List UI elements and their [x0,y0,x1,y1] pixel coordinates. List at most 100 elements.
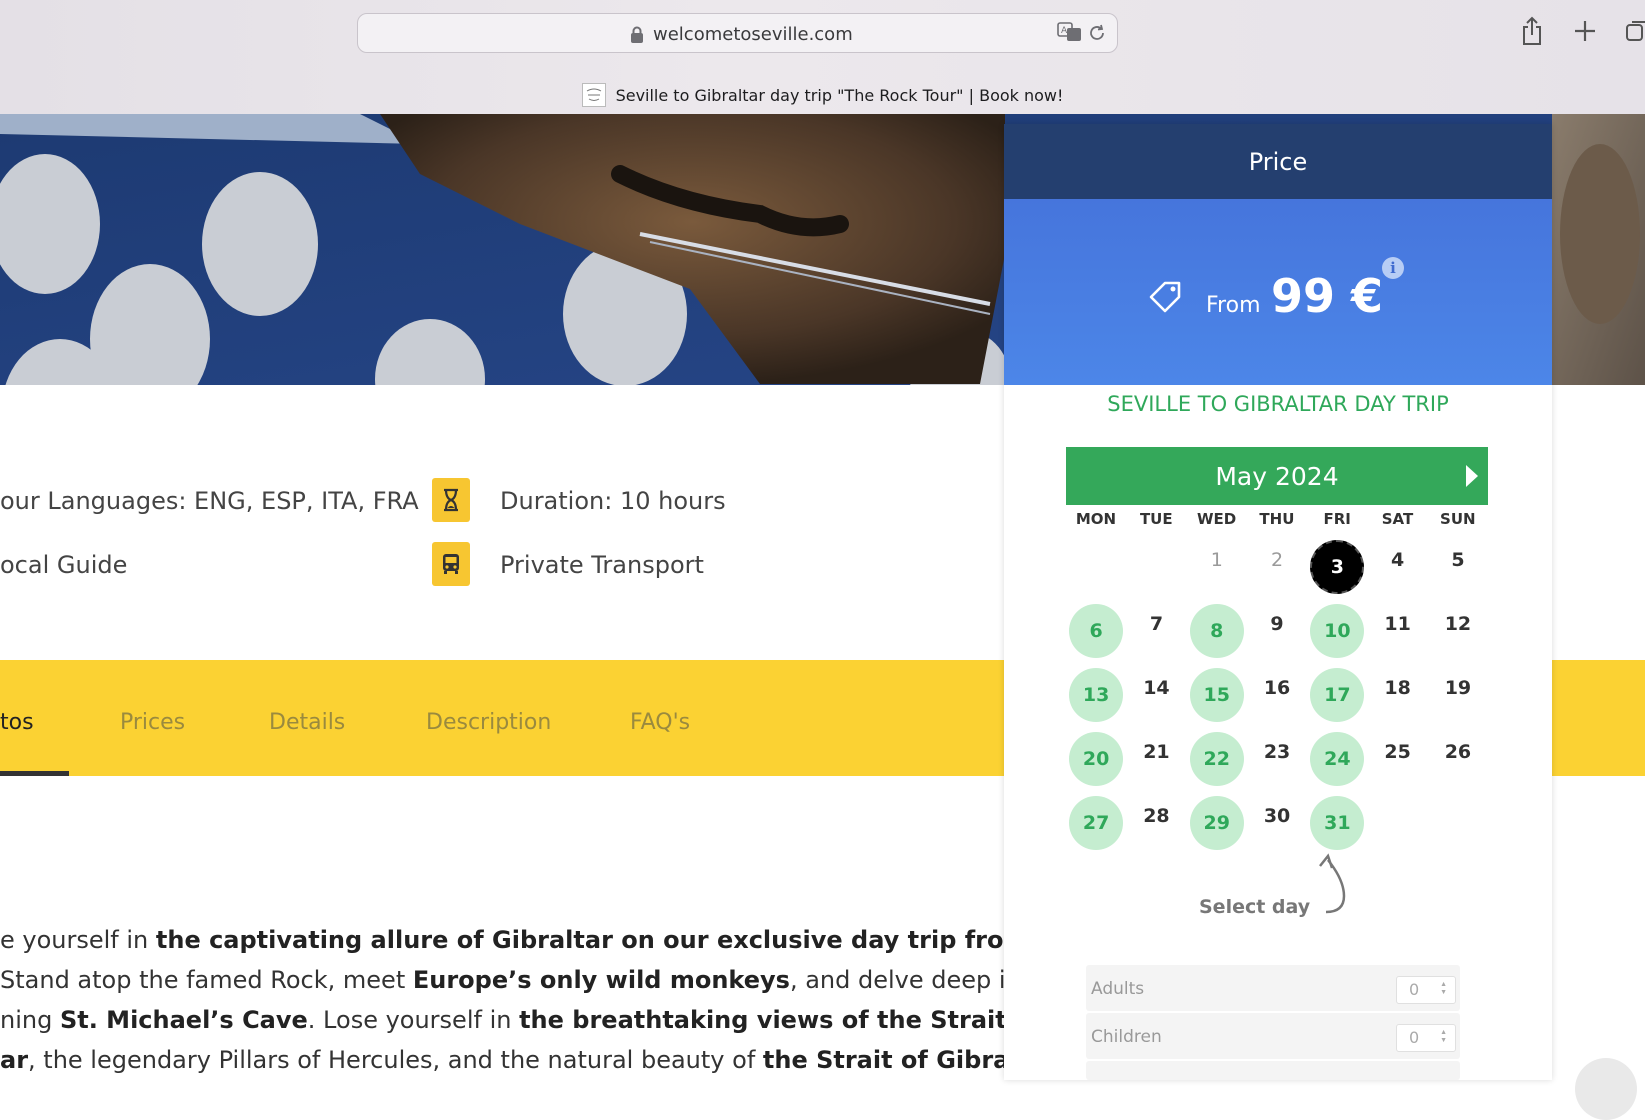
tab-faqs[interactable]: FAQ's [630,710,690,735]
calendar-day[interactable]: 6 [1069,604,1124,658]
calendar-day: 25 [1384,741,1411,763]
description-text: Stand atop the famed Rock, meet [0,966,413,994]
tab-details[interactable]: Details [269,710,345,735]
calendar-day: 19 [1444,677,1472,699]
calendar-day[interactable]: 29 [1189,796,1244,850]
calendar-day: 2 [1271,549,1284,571]
tab-photos[interactable]: tos [0,710,34,735]
price-tag-icon [1149,281,1181,313]
calendar-day[interactable]: 27 [1069,796,1124,850]
description-line: e yourself in the captivating allure of … [0,920,1029,960]
adults-label: Adults [1091,979,1145,999]
calendar-day[interactable]: 10 [1310,604,1365,658]
active-tab-indicator [0,771,69,776]
browser-toolbar: welcometoseville.com A Seville to Gibral… [0,0,1645,115]
children-label: Children [1091,1027,1162,1047]
feature-languages: our Languages: ENG, ESP, ITA, FRA [0,487,419,515]
calendar-day[interactable]: 24 [1310,732,1365,786]
stepper-arrows-icon[interactable]: ▲ ▼ [1440,1029,1447,1045]
price-from-label: From [1206,293,1261,318]
weekday-label: SAT [1381,510,1414,528]
calendar-day[interactable]: 22 [1189,732,1244,786]
children-value: 0 [1409,1028,1420,1047]
description-highlight: Europe’s only wild monkeys [412,966,790,994]
widget-header: Price [1004,124,1552,199]
calendar-day: 26 [1444,741,1472,763]
calendar-day: 21 [1143,741,1170,763]
next-field-partial [1086,1061,1460,1080]
description-highlight: the captivating allure of Gibraltar on o… [155,926,1029,954]
calendar-month-header: May 2024 [1066,447,1488,505]
stepper-arrows-icon[interactable]: ▲ ▼ [1440,981,1447,997]
calendar-day[interactable]: 13 [1069,668,1124,722]
section-tabs-continued [1551,660,1645,776]
calendar-day[interactable]: 8 [1189,604,1244,658]
calendar-month-label: May 2024 [1215,461,1339,491]
reload-icon[interactable] [1087,23,1107,43]
weekday-label: THU [1259,510,1295,528]
calendar-day: 4 [1391,549,1405,571]
site-favicon [581,83,606,107]
select-day-hint: Select day [1199,896,1311,918]
calendar-day: 30 [1263,805,1291,827]
calendar-day: 11 [1384,613,1411,635]
feature-guide: ocal Guide [0,551,128,579]
tab-overview-icon[interactable] [1620,14,1645,48]
calendar-day: 9 [1270,613,1284,635]
calendar-day[interactable]: 17 [1310,668,1365,722]
description-line: ning St. Michael’s Cave. Lose yourself i… [0,1000,1042,1040]
calendar-day: 28 [1143,805,1170,827]
active-tab[interactable]: Seville to Gibraltar day trip "The Rock … [0,78,1645,112]
url-text: welcometoseville.com [653,24,853,45]
chat-bubble-icon[interactable] [1575,1058,1637,1120]
children-field: Children 0 ▲ ▼ [1086,1013,1460,1059]
adults-value: 0 [1409,980,1420,999]
new-tab-icon[interactable] [1568,14,1602,48]
address-bar[interactable]: welcometoseville.com A [357,13,1118,53]
description-line: Stand atop the famed Rock, meet Europe’s… [0,960,1045,1000]
calendar-day: 14 [1143,677,1170,699]
hourglass-icon [432,478,470,522]
feature-duration: Duration: 10 hours [500,487,726,515]
weekday-label: FRI [1323,510,1351,528]
bus-icon [432,542,470,586]
description-text: . Lose yourself in [307,1006,520,1034]
calendar-day[interactable]: 20 [1069,732,1124,786]
next-month-icon[interactable] [1466,465,1478,487]
curved-arrow-icon [1319,853,1346,914]
tab-title: Seville to Gibraltar day trip "The Rock … [615,85,1064,105]
calendar-day: 1 [1210,549,1223,571]
tab-description[interactable]: Description [426,710,551,735]
tour-description: e yourself in the captivating allure of … [0,920,1057,1080]
calendar-day: 3 [1310,540,1365,594]
feature-transport: Private Transport [500,551,704,579]
children-stepper[interactable]: 0 ▲ ▼ [1396,1024,1456,1052]
price-panel: From 99 € i [1004,199,1552,385]
calendar-day: 18 [1384,677,1411,699]
description-text: ning [0,1006,60,1034]
description-text: , the legendary Pillars of Hercules, and… [28,1046,763,1074]
calendar-day: 23 [1263,741,1291,763]
share-icon[interactable] [1515,14,1549,48]
calendar-day: 7 [1149,613,1164,635]
booking-widget: Price From 99 € i SEVILLE TO GIBRALTAR D… [1004,124,1552,1080]
section-tabs: tos Prices Details Description FAQ's [0,660,1005,776]
tab-prices[interactable]: Prices [120,710,185,735]
calendar-day[interactable]: 31 [1310,796,1365,850]
weekday-label: MON [1075,510,1117,528]
description-highlight: ar [0,1046,29,1074]
weekday-label: WED [1196,510,1237,528]
tour-name: SEVILLE TO GIBRALTAR DAY TRIP [1107,392,1449,416]
calendar-day: 12 [1444,613,1472,635]
adults-stepper[interactable]: 0 ▲ ▼ [1396,976,1456,1004]
description-line: ar, the legendary Pillars of Hercules, a… [0,1040,1057,1080]
weekday-label: SUN [1440,510,1476,528]
info-icon[interactable]: i [1382,257,1404,279]
calendar-day[interactable]: 15 [1189,668,1244,722]
calendar-day: 16 [1263,677,1291,699]
adults-field: Adults 0 ▲ ▼ [1086,965,1460,1011]
description-text: e yourself in [0,926,156,954]
calendar-day: 5 [1451,549,1465,571]
translate-icon[interactable]: A [1057,22,1083,42]
description-highlight: the breathtaking views of the Strait of [519,1006,1043,1034]
